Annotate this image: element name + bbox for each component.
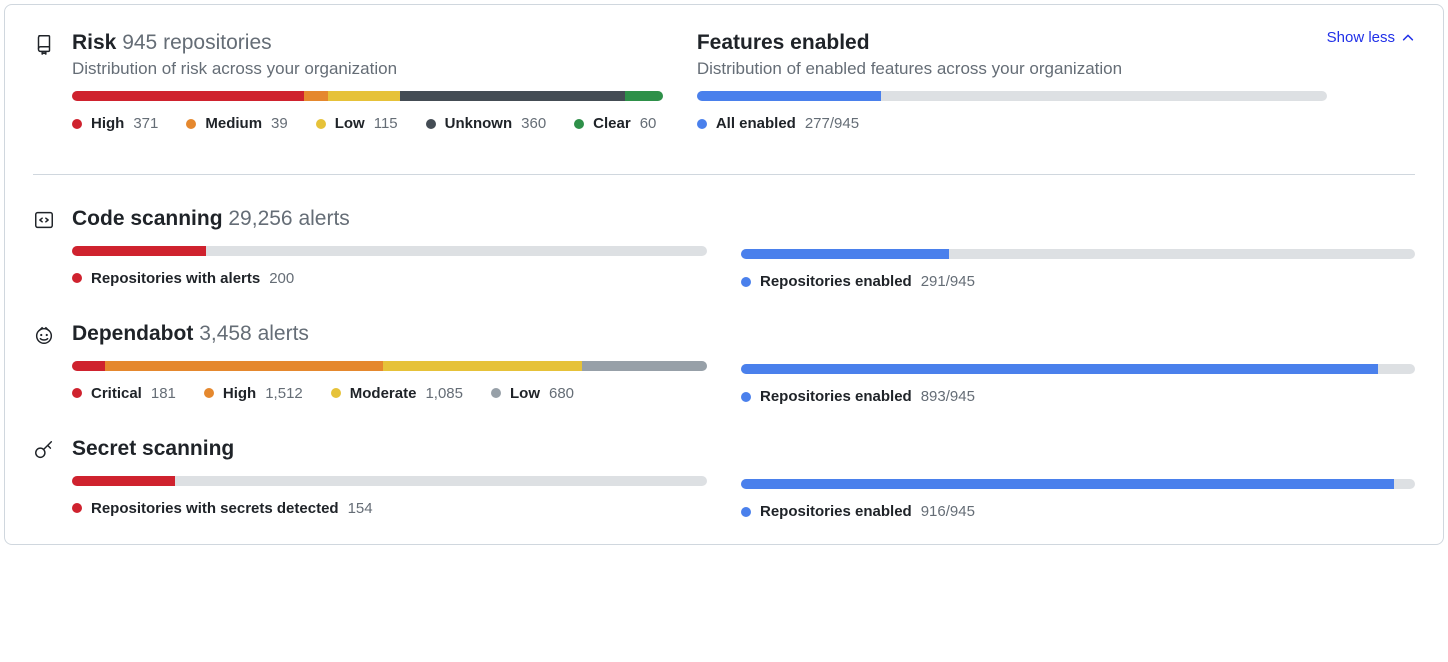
risk-section: Risk 945 repositories Distribution of ri… (33, 29, 663, 132)
dep-row: Dependabot 3,458 alerts Critical 181 High … (33, 320, 1415, 405)
legend-item: All enabled 277/945 (697, 115, 859, 132)
sec-row: Secret scanning Repositories with secrets… (33, 435, 1415, 520)
show-less-toggle[interactable]: Show less (1327, 29, 1415, 46)
dot-icon (741, 277, 751, 287)
dot-icon (316, 119, 326, 129)
legend-item: Unknown 360 (426, 115, 547, 132)
dot-icon (72, 503, 82, 513)
dot-icon (72, 273, 82, 283)
risk-title: Risk 945 repositories (72, 29, 663, 57)
key-icon (33, 435, 57, 516)
dep-seg (105, 361, 383, 371)
dot-icon (741, 392, 751, 402)
features-title: Features enabled (697, 29, 1327, 57)
code-row: Code scanning 29,256 alerts Repositories … (33, 205, 1415, 290)
dep-enabled-bar (741, 364, 1415, 374)
sec-enabled-bar (741, 479, 1415, 489)
bot-icon (33, 320, 57, 401)
sec-enabled-seg (741, 479, 1394, 489)
code-legend: Repositories with alerts 200 (72, 270, 707, 287)
features-subtitle: Distribution of enabled features across … (697, 59, 1327, 79)
legend-item: Repositories enabled 893/945 (741, 388, 975, 405)
dep-seg (582, 361, 707, 371)
code-bar (72, 246, 707, 256)
legend-item: High 371 (72, 115, 158, 132)
dep-bar (72, 361, 707, 371)
dot-icon (186, 119, 196, 129)
risk-legend: High 371 Medium 39 Low 115 Unknown 360 Clear… (72, 115, 663, 132)
risk-seg-clear (625, 91, 663, 101)
divider (33, 174, 1415, 175)
dep-legend: Critical 181 High 1,512 Moderate 1,085 Low … (72, 385, 707, 402)
legend-item: Moderate 1,085 (331, 385, 463, 402)
dot-icon (741, 507, 751, 517)
sec-legend: Repositories with secrets detected 154 (72, 500, 707, 517)
legend-item: Repositories with secrets detected 154 (72, 500, 373, 517)
dot-icon (72, 388, 82, 398)
features-seg (697, 91, 882, 101)
code-enabled-bar (741, 249, 1415, 259)
features-bar (697, 91, 1327, 101)
code-enabled-seg (741, 249, 949, 259)
dep-title: Dependabot 3,458 alerts (72, 320, 707, 348)
legend-item: Medium 39 (186, 115, 287, 132)
features-section: Features enabled Distribution of enabled… (697, 29, 1327, 132)
show-less-label: Show less (1327, 29, 1395, 46)
dep-seg (383, 361, 582, 371)
repo-icon (33, 29, 57, 132)
legend-item: Repositories enabled 291/945 (741, 273, 975, 290)
risk-bar (72, 91, 663, 101)
risk-seg-low (328, 91, 400, 101)
legend-item: Clear 60 (574, 115, 656, 132)
legend-item: Low 680 (491, 385, 574, 402)
risk-seg-high (72, 91, 304, 101)
dep-seg (72, 361, 105, 371)
dot-icon (72, 119, 82, 129)
risk-seg-unknown (400, 91, 625, 101)
security-overview-card: Show less Risk 945 repositories Distribu… (4, 4, 1444, 545)
dep-enabled-seg (741, 364, 1378, 374)
dot-icon (331, 388, 341, 398)
dot-icon (574, 119, 584, 129)
legend-item: Low 115 (316, 115, 398, 132)
code-title: Code scanning 29,256 alerts (72, 205, 707, 233)
code-seg (72, 246, 206, 256)
dot-icon (491, 388, 501, 398)
dot-icon (204, 388, 214, 398)
risk-subtitle: Distribution of risk across your organiz… (72, 59, 663, 79)
sec-title: Secret scanning (72, 435, 707, 463)
dot-icon (426, 119, 436, 129)
dot-icon (697, 119, 707, 129)
legend-item: Repositories enabled 916/945 (741, 503, 975, 520)
risk-seg-medium (304, 91, 328, 101)
features-legend: All enabled 277/945 (697, 115, 1327, 132)
sec-seg (72, 476, 175, 486)
code-icon (33, 205, 57, 286)
sec-bar (72, 476, 707, 486)
legend-item: Critical 181 (72, 385, 176, 402)
chevron-up-icon (1401, 31, 1415, 45)
legend-item: Repositories with alerts 200 (72, 270, 294, 287)
legend-item: High 1,512 (204, 385, 303, 402)
dep-enabled-legend: Repositories enabled 893/945 (741, 388, 1415, 405)
sec-enabled-legend: Repositories enabled 916/945 (741, 503, 1415, 520)
code-enabled-legend: Repositories enabled 291/945 (741, 273, 1415, 290)
